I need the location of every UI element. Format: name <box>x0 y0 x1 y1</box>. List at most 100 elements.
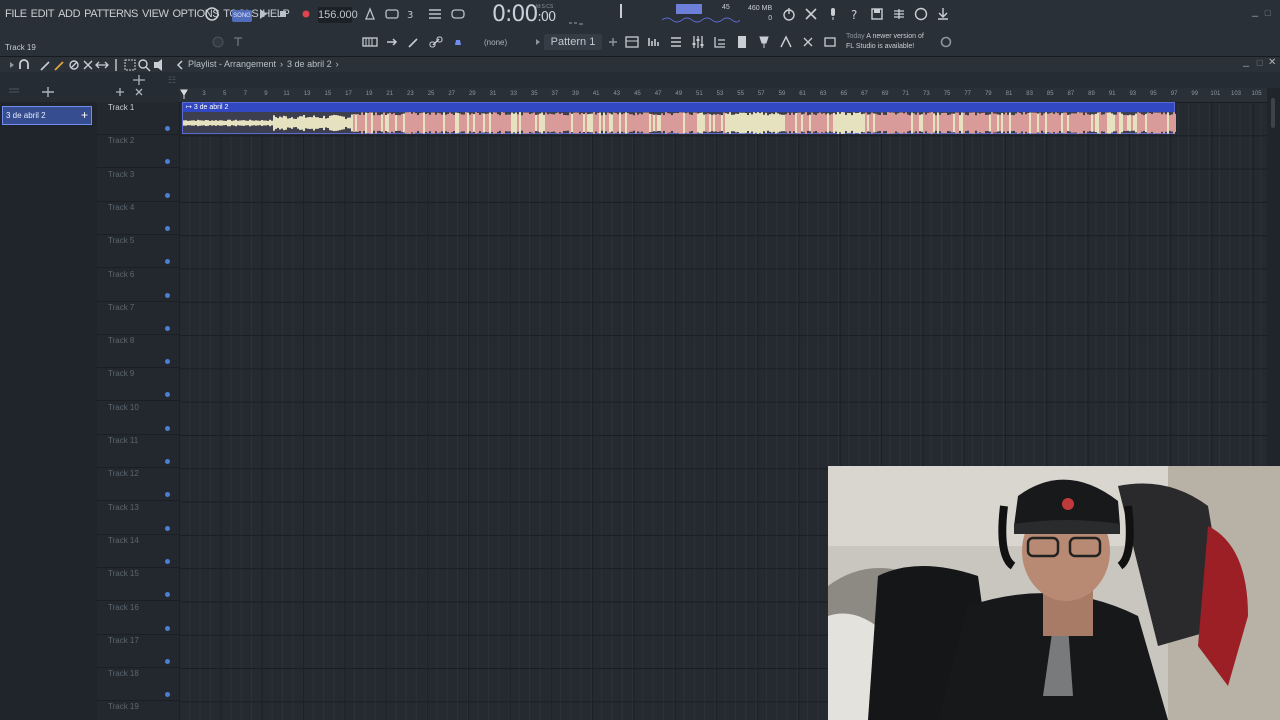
track-header[interactable]: Track 4 <box>97 202 179 235</box>
metronome-icon[interactable] <box>362 6 378 22</box>
track-mute-indicator[interactable] <box>165 592 170 598</box>
track-header[interactable]: Track 8 <box>97 335 179 369</box>
track-header[interactable]: Track 13 <box>97 502 179 535</box>
breadcrumb-arrow[interactable]: › <box>336 59 339 69</box>
track-zoom-icon[interactable] <box>131 72 147 88</box>
piano-roll-icon[interactable] <box>646 34 662 50</box>
track-header[interactable]: Track 7 <box>97 302 179 335</box>
step-edit-icon[interactable] <box>427 6 443 22</box>
playlist-maximize-icon[interactable]: ▢ <box>1256 58 1264 67</box>
wait-record-icon[interactable] <box>384 6 400 22</box>
track-name[interactable]: Track 15 <box>108 569 139 578</box>
track-header[interactable]: Track 18 <box>97 668 179 702</box>
track-header[interactable]: Track 11 <box>97 435 179 468</box>
track-name[interactable]: Track 16 <box>108 603 139 612</box>
download-icon[interactable] <box>935 6 951 22</box>
chat-icon[interactable] <box>913 6 929 22</box>
track-name[interactable]: Track 4 <box>108 203 134 212</box>
track-name[interactable]: Track 5 <box>108 236 134 245</box>
brush-icon[interactable] <box>406 34 422 50</box>
power-icon[interactable] <box>781 6 797 22</box>
track-options-icon[interactable]: ☷ <box>164 72 180 88</box>
track-name[interactable]: Track 13 <box>108 503 139 512</box>
magnet-icon[interactable] <box>16 57 32 73</box>
add-track-icon[interactable] <box>112 84 128 100</box>
track-name[interactable]: Track 11 <box>108 436 138 445</box>
track-header[interactable]: Track 16 <box>97 602 179 635</box>
track-name[interactable]: Track 18 <box>108 669 139 678</box>
playlist-minimize-icon[interactable]: ▁ <box>1243 58 1249 67</box>
track-name[interactable]: Track 3 <box>108 170 134 179</box>
tempo-display[interactable]: 156.000 <box>318 7 358 23</box>
track-mute-indicator[interactable] <box>165 525 170 531</box>
stamp-icon[interactable] <box>450 34 466 50</box>
track-mute-indicator[interactable] <box>165 126 170 131</box>
track-header[interactable]: Track 9 <box>97 368 179 402</box>
track-header[interactable]: Track 19 <box>97 701 179 720</box>
track-header[interactable]: Track 15 <box>97 568 179 602</box>
track-name[interactable]: Track 6 <box>108 270 134 279</box>
track-mute-indicator[interactable] <box>165 225 170 231</box>
track-name[interactable]: Track 17 <box>108 636 139 645</box>
track-mute-indicator[interactable] <box>165 325 170 331</box>
master-volume-knob[interactable] <box>210 34 226 50</box>
track-name[interactable]: Track 19 <box>108 702 139 711</box>
add-pattern-icon[interactable] <box>605 34 621 50</box>
cart-icon[interactable] <box>822 34 838 50</box>
playback-tool-icon[interactable] <box>150 57 166 73</box>
microphone-icon[interactable] <box>825 6 841 22</box>
track-header[interactable]: Track 3 <box>97 169 179 202</box>
minimize-icon[interactable]: ▁ <box>1252 8 1258 17</box>
settings-icon[interactable] <box>938 34 954 50</box>
song-mode-button[interactable]: SONG <box>232 10 252 22</box>
mixer-icon[interactable] <box>690 34 706 50</box>
midi-icon[interactable] <box>803 6 819 22</box>
track-name[interactable]: Track 7 <box>108 303 134 312</box>
menu-add[interactable]: ADD <box>58 8 80 20</box>
help-icon[interactable]: ? <box>847 6 863 22</box>
plugin-picker-icon[interactable] <box>756 34 772 50</box>
picker-add-icon[interactable]: + <box>81 107 88 124</box>
save-icon[interactable] <box>869 6 885 22</box>
track-mute-indicator[interactable] <box>165 558 170 564</box>
track-mute-indicator[interactable] <box>165 159 170 165</box>
track-header[interactable]: Track 17 <box>97 635 179 668</box>
plugin-icon[interactable] <box>891 6 907 22</box>
track-mute-indicator[interactable] <box>165 492 170 498</box>
picker-zoom-icon[interactable] <box>40 84 56 100</box>
playhead-marker[interactable] <box>180 89 188 99</box>
snap-selector[interactable]: (none) <box>484 38 507 47</box>
track-name[interactable]: Track 9 <box>108 369 134 378</box>
track-mute-indicator[interactable] <box>165 692 170 698</box>
track-mute-indicator[interactable] <box>165 192 170 198</box>
track-name[interactable]: Track 1 <box>108 103 134 112</box>
audio-clip[interactable]: ↦ 3 de abril 2 <box>182 102 1176 134</box>
track-header[interactable]: Track 14 <box>97 535 179 568</box>
track-mute-indicator[interactable] <box>165 658 170 664</box>
maximize-icon[interactable]: ▢ <box>1264 8 1272 17</box>
track-mute-indicator[interactable] <box>165 359 170 365</box>
track-name[interactable]: Track 12 <box>108 469 139 478</box>
volume-marker[interactable] <box>620 4 622 18</box>
track-mute-indicator[interactable] <box>165 459 170 464</box>
track-name[interactable]: Track 10 <box>108 403 139 412</box>
track-header[interactable]: Track 10 <box>97 402 179 435</box>
playlist-close-icon[interactable]: ✕ <box>1268 57 1276 68</box>
track-header[interactable]: Track 12 <box>97 468 179 502</box>
loop-record-icon[interactable] <box>450 6 466 22</box>
record-icon[interactable] <box>298 6 314 22</box>
picker-collapse-icon[interactable] <box>6 84 22 100</box>
playlist-back-icon[interactable] <box>172 57 188 73</box>
marketplace-icon[interactable] <box>800 34 816 50</box>
track-header[interactable]: Track 2 <box>97 135 179 169</box>
menu-patterns[interactable]: PATTERNS <box>84 8 138 20</box>
track-mute-indicator[interactable] <box>165 292 170 298</box>
master-pitch-knob[interactable] <box>230 34 246 50</box>
track-name[interactable]: Track 14 <box>108 536 139 545</box>
track-mute-indicator[interactable] <box>165 392 170 398</box>
timeline-ruler[interactable]: 3 5 7 9 11 13 15 17 19 21 23 25 27 29 31 33 35 37 39 41 43 45… <box>179 88 1267 102</box>
track-mute-indicator[interactable] <box>165 425 170 431</box>
menu-edit[interactable]: EDIT <box>31 8 55 20</box>
touch-keyboard-icon[interactable] <box>778 34 794 50</box>
audio-clip-header[interactable]: ↦ 3 de abril 2 <box>183 103 1174 112</box>
